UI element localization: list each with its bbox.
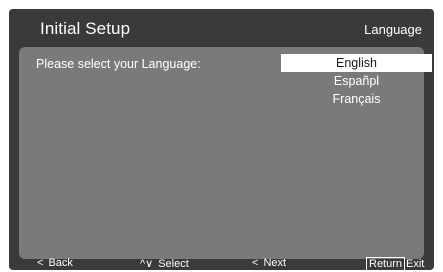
back-label: Back (48, 257, 73, 269)
left-chevron-icon: < (37, 257, 44, 269)
language-option-espanol[interactable]: Españpl (281, 72, 432, 90)
language-panel: Please select your Language: English Esp… (19, 47, 432, 259)
language-prompt: Please select your Language: (36, 57, 201, 71)
exit-label: Exit (406, 258, 425, 270)
screen-title: Initial Setup (40, 19, 131, 38)
footer-hints: < Back ^∨ Select < Next Return Exit (9, 257, 434, 270)
language-option-english[interactable]: English (281, 54, 432, 72)
select-label: Select (158, 258, 189, 270)
return-key-icon: Return (366, 257, 406, 270)
up-down-chevron-icon: ^∨ (140, 258, 154, 270)
select-hint[interactable]: ^∨ Select (140, 257, 189, 270)
setup-screen: Initial Setup Language Please select you… (9, 9, 434, 270)
back-hint[interactable]: < Back (37, 257, 73, 269)
left-chevron-icon: < (252, 257, 259, 269)
exit-hint[interactable]: Return Exit (366, 257, 424, 270)
header-bar: Initial Setup Language (9, 9, 434, 47)
next-label: Next (263, 257, 287, 269)
language-list: English Españpl Français (281, 54, 432, 108)
language-option-francais[interactable]: Français (281, 90, 432, 108)
next-hint[interactable]: < Next (252, 257, 286, 269)
page-indicator: Language (364, 22, 422, 37)
